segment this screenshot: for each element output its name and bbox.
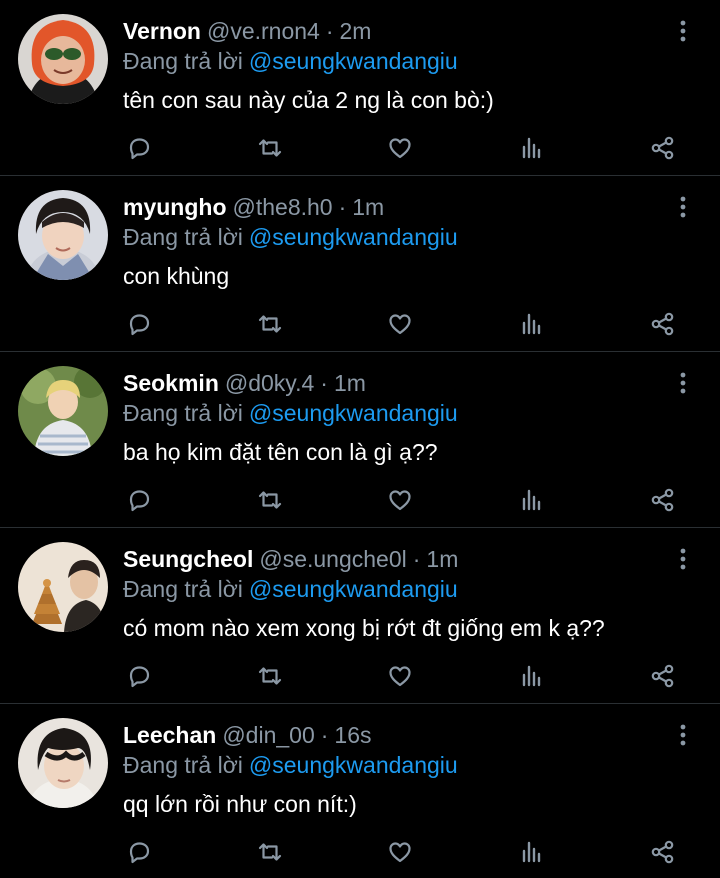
- avatar[interactable]: [18, 542, 108, 632]
- separator-dot: ·: [412, 546, 421, 572]
- like-icon[interactable]: [380, 480, 420, 520]
- share-icon[interactable]: [643, 128, 683, 168]
- timestamp[interactable]: 1m: [334, 370, 366, 396]
- reply-icon[interactable]: [119, 656, 159, 696]
- replying-to-label: Đang trả lời: [123, 224, 243, 250]
- separator-dot: ·: [338, 194, 347, 220]
- reply-icon[interactable]: [119, 304, 159, 344]
- display-name[interactable]: Seungcheol: [123, 546, 253, 572]
- reply-tweet[interactable]: Seokmin @d0ky.4 · 1m Đang trả lời @seungkwan…: [0, 352, 720, 528]
- user-handle[interactable]: @din_00: [222, 722, 314, 748]
- share-icon[interactable]: [643, 832, 683, 872]
- replying-to-label: Đang trả lời: [123, 48, 243, 74]
- retweet-icon[interactable]: [250, 304, 290, 344]
- reply-feed: Vernon @ve.rnon4 · 2m Đang trả lời @seungkwa…: [0, 0, 720, 878]
- reply-tweet[interactable]: Leechan @din_00 · 16s Đang trả lời @seungkwa…: [0, 704, 720, 878]
- user-handle[interactable]: @ve.rnon4: [207, 18, 320, 44]
- replying-to-handle[interactable]: @seungkwandangiu: [249, 48, 458, 74]
- avatar-image: [18, 14, 108, 104]
- action-bar: [0, 656, 720, 696]
- more-vertical-icon[interactable]: [671, 722, 695, 748]
- display-name[interactable]: myungho: [123, 194, 227, 220]
- replying-to-handle[interactable]: @seungkwandangiu: [249, 224, 458, 250]
- avatar-image: [18, 542, 108, 632]
- timestamp[interactable]: 1m: [426, 546, 458, 572]
- tweet-header: Seokmin @d0ky.4 · 1m: [123, 368, 366, 398]
- action-bar: [0, 832, 720, 872]
- replying-to-handle[interactable]: @seungkwandangiu: [249, 400, 458, 426]
- avatar[interactable]: [18, 190, 108, 280]
- timestamp[interactable]: 2m: [340, 18, 372, 44]
- replying-to-handle[interactable]: @seungkwandangiu: [249, 752, 458, 778]
- share-icon[interactable]: [643, 304, 683, 344]
- separator-dot: ·: [325, 18, 334, 44]
- replying-to: Đang trả lời @seungkwandangiu: [123, 46, 458, 76]
- display-name[interactable]: Vernon: [123, 18, 201, 44]
- share-icon[interactable]: [643, 656, 683, 696]
- replying-to: Đang trả lời @seungkwandangiu: [123, 222, 458, 252]
- separator-dot: ·: [320, 370, 328, 396]
- reply-tweet[interactable]: Vernon @ve.rnon4 · 2m Đang trả lời @seungkwa…: [0, 0, 720, 176]
- user-handle[interactable]: @d0ky.4: [225, 370, 314, 396]
- reply-icon[interactable]: [119, 480, 159, 520]
- retweet-icon[interactable]: [250, 656, 290, 696]
- tweet-header: Vernon @ve.rnon4 · 2m: [123, 16, 371, 46]
- more-vertical-icon[interactable]: [671, 370, 695, 396]
- like-icon[interactable]: [380, 304, 420, 344]
- replying-to-label: Đang trả lời: [123, 576, 243, 602]
- stats-icon[interactable]: [511, 128, 551, 168]
- tweet-header: myungho @the8.h0 · 1m: [123, 192, 384, 222]
- action-bar: [0, 304, 720, 344]
- avatar[interactable]: [18, 14, 108, 104]
- avatar-image: [18, 366, 108, 456]
- like-icon[interactable]: [380, 128, 420, 168]
- tweet-text: ba họ kim đặt tên con là gì ạ??: [123, 439, 438, 465]
- tweet-text: qq lớn rồi như con nít:): [123, 791, 357, 817]
- tweet-header: Seungcheol @se.ungche0l · 1m: [123, 544, 458, 574]
- display-name[interactable]: Seokmin: [123, 370, 219, 396]
- avatar-image: [18, 190, 108, 280]
- action-bar: [0, 128, 720, 168]
- replying-to: Đang trả lời @seungkwandangiu: [123, 574, 458, 604]
- stats-icon[interactable]: [511, 656, 551, 696]
- tweet-text: có mom nào xem xong bị rớt đt giống em k…: [123, 615, 605, 641]
- user-handle[interactable]: @se.ungche0l: [259, 546, 406, 572]
- avatar[interactable]: [18, 366, 108, 456]
- replying-to-label: Đang trả lời: [123, 752, 243, 778]
- share-icon[interactable]: [643, 480, 683, 520]
- tweet-text: con khùng: [123, 263, 230, 289]
- avatar[interactable]: [18, 718, 108, 808]
- stats-icon[interactable]: [511, 832, 551, 872]
- avatar-image: [18, 718, 108, 808]
- display-name[interactable]: Leechan: [123, 722, 216, 748]
- like-icon[interactable]: [380, 832, 420, 872]
- more-vertical-icon[interactable]: [671, 18, 695, 44]
- tweet-header: Leechan @din_00 · 16s: [123, 720, 372, 750]
- action-bar: [0, 480, 720, 520]
- retweet-icon[interactable]: [250, 832, 290, 872]
- replying-to-handle[interactable]: @seungkwandangiu: [249, 576, 458, 602]
- retweet-icon[interactable]: [250, 480, 290, 520]
- more-vertical-icon[interactable]: [671, 546, 695, 572]
- timestamp[interactable]: 16s: [334, 722, 371, 748]
- reply-tweet[interactable]: Seungcheol @se.ungche0l · 1m Đang trả lời @s…: [0, 528, 720, 704]
- stats-icon[interactable]: [511, 304, 551, 344]
- separator-dot: ·: [320, 722, 329, 748]
- like-icon[interactable]: [380, 656, 420, 696]
- replying-to: Đang trả lời @seungkwandangiu: [123, 398, 458, 428]
- retweet-icon[interactable]: [250, 128, 290, 168]
- tweet-text: tên con sau này của 2 ng là con bò:): [123, 87, 494, 113]
- more-vertical-icon[interactable]: [671, 194, 695, 220]
- replying-to-label: Đang trả lời: [123, 400, 243, 426]
- reply-tweet[interactable]: myungho @the8.h0 · 1m Đang trả lời @seungkwa…: [0, 176, 720, 352]
- timestamp[interactable]: 1m: [352, 194, 384, 220]
- reply-icon[interactable]: [119, 128, 159, 168]
- reply-icon[interactable]: [119, 832, 159, 872]
- user-handle[interactable]: @the8.h0: [233, 194, 333, 220]
- stats-icon[interactable]: [511, 480, 551, 520]
- replying-to: Đang trả lời @seungkwandangiu: [123, 750, 458, 780]
